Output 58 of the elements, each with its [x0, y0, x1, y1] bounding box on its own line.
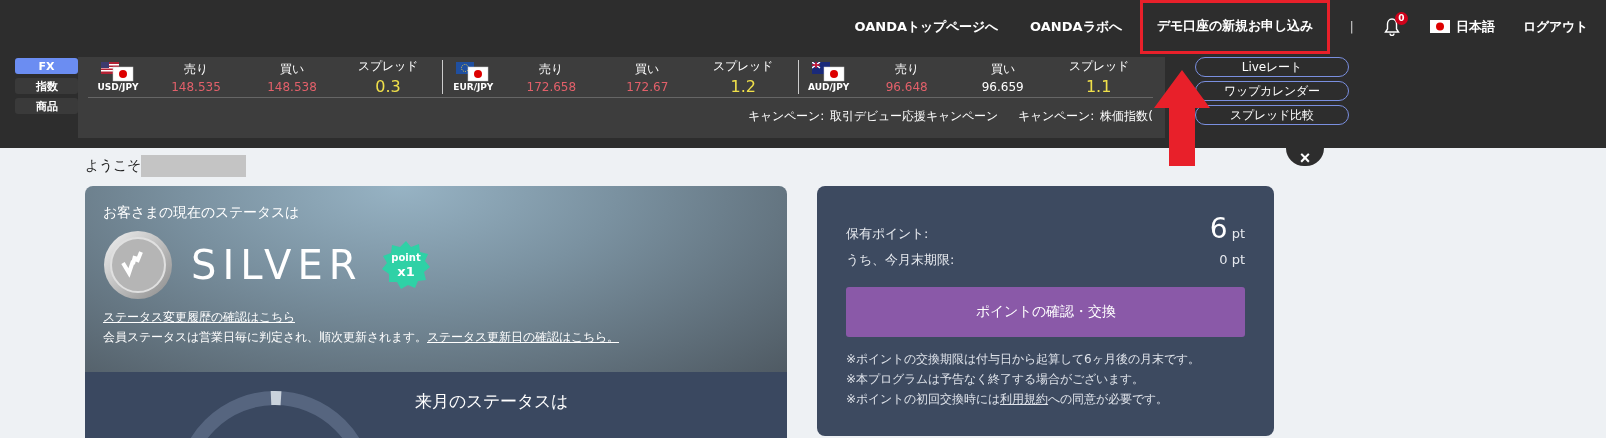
spread-label: スプレッド — [1068, 58, 1129, 75]
held-points-label: 保有ポイント: — [846, 225, 929, 243]
flag-pair-icon — [811, 62, 846, 82]
flag-pair-icon — [456, 62, 491, 82]
campaign-link[interactable]: 取引デビュー応援キャンペーン — [830, 108, 999, 125]
point-badge: point x1 — [380, 240, 431, 290]
update-date-link[interactable]: ステータス更新日の確認はこちら。 — [427, 330, 619, 344]
close-button[interactable]: × — [1286, 148, 1324, 166]
buy-label: 買い — [635, 60, 660, 78]
expiring-points-label: うち、今月末期限: — [846, 251, 955, 269]
terms-link[interactable]: 利用規約 — [1000, 392, 1049, 406]
campaign-label: キャンペーン: — [1018, 108, 1095, 125]
nav-link[interactable]: デモ口座の新規お申し込み — [1139, 0, 1330, 54]
sell-price: 172.658 — [526, 79, 577, 94]
nav-link[interactable]: OANDAトップページへ — [838, 5, 1015, 48]
sell-label: 売り — [894, 60, 919, 78]
status-heading: お客さまの現在のステータスは — [103, 204, 300, 222]
status-note: 会員ステータスは営業日毎に判定され、順次更新されます。ステータス更新日の確認はこちら。 — [103, 329, 620, 346]
rank-title: SILVER — [191, 242, 363, 288]
sell-price: 96.648 — [885, 79, 928, 94]
sell-label: 売り — [539, 60, 564, 78]
buy-price: 96.659 — [981, 79, 1024, 94]
medal-icon — [103, 230, 173, 300]
campaign-link[interactable]: 株価指数( — [1100, 108, 1153, 125]
notification-badge: 0 — [1395, 11, 1408, 25]
history-link[interactable]: ステータス変更履歴の確認はこちら — [103, 310, 295, 324]
spread-value: 0.3 — [375, 77, 401, 96]
sell-label: 売り — [184, 60, 208, 78]
pair-label: EUR/JPY — [453, 82, 494, 92]
pair-label: USD/JPY — [97, 82, 139, 92]
campaign-label: キャンペーン: — [748, 108, 825, 125]
sell-price: 148.535 — [171, 79, 221, 94]
flag-pair-icon — [101, 62, 135, 82]
buy-price: 172.67 — [626, 79, 669, 94]
expiring-points-value: 0 pt — [1219, 252, 1245, 267]
nav-link[interactable]: OANDAラボへ — [1014, 5, 1138, 48]
buy-label: 買い — [280, 60, 304, 78]
nav-separator: | — [1349, 19, 1354, 34]
note-text: ※ポイントの初回交換時には利用規約への同意が必要です。 — [846, 391, 1170, 408]
pair-label: AUD/JPY — [808, 82, 850, 92]
next-status-heading: 来月のステータスは — [415, 390, 568, 413]
flag-icon — [1430, 20, 1450, 33]
spread-value: 1.1 — [1085, 77, 1112, 96]
points-exchange-button[interactable]: ポイントの確認・交換 — [846, 287, 1245, 337]
spread-value: 1.2 — [730, 77, 757, 96]
spread-label: スプレッド — [713, 58, 774, 75]
buy-price: 148.538 — [267, 79, 317, 94]
held-points-value: 6 pt — [1209, 212, 1245, 245]
spread-label: スプレッド — [358, 58, 418, 75]
note-text: ※ポイントの交換期限は付与日から起算して6ヶ月後の月末です。 — [846, 351, 1201, 368]
logout-link[interactable]: ログアウト — [1523, 17, 1588, 36]
bell-icon[interactable] — [1384, 17, 1400, 36]
market-tab[interactable]: 指数 — [15, 78, 78, 94]
language-link[interactable]: 日本語 — [1456, 17, 1495, 36]
welcome-text: ようこそ — [85, 157, 141, 175]
market-tab[interactable]: 商品 — [15, 98, 78, 114]
buy-label: 買い — [990, 60, 1015, 78]
note-text: ※本プログラムは予告なく終了する場合がございます。 — [846, 371, 1146, 388]
